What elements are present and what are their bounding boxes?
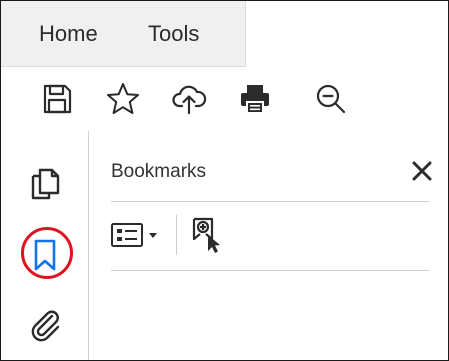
new-bookmark-icon[interactable] bbox=[188, 215, 228, 255]
menu-bar: Home Tools bbox=[1, 1, 246, 67]
zoom-out-icon[interactable] bbox=[313, 81, 349, 117]
page-thumbnails-icon[interactable] bbox=[25, 164, 65, 204]
bookmark-star-icon[interactable] bbox=[105, 81, 141, 117]
panel-title: Bookmarks bbox=[111, 161, 207, 182]
options-menu-button[interactable] bbox=[109, 217, 165, 253]
save-icon[interactable] bbox=[39, 81, 75, 117]
print-icon[interactable] bbox=[237, 81, 273, 117]
close-icon[interactable] bbox=[408, 157, 436, 185]
bookmarks-panel: Bookmarks bbox=[90, 131, 448, 360]
panel-divider bbox=[111, 270, 429, 271]
cloud-upload-icon[interactable] bbox=[171, 81, 207, 117]
app-window: Home Tools Bookmarks bbox=[0, 0, 449, 361]
quick-tools-toolbar bbox=[1, 67, 448, 131]
menu-home[interactable]: Home bbox=[39, 21, 98, 47]
attachments-icon[interactable] bbox=[25, 305, 65, 345]
toolbar-separator bbox=[176, 215, 177, 255]
menu-tools[interactable]: Tools bbox=[148, 21, 199, 47]
panel-divider bbox=[111, 201, 429, 202]
options-menu-icon bbox=[111, 223, 157, 247]
highlight-circle bbox=[21, 227, 73, 279]
